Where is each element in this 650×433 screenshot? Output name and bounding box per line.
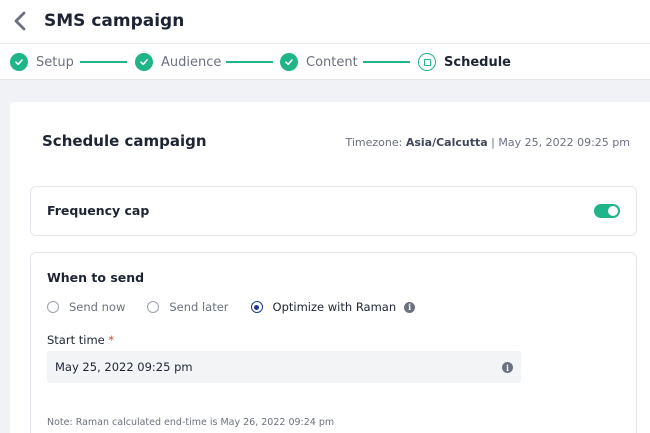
step-label: Setup <box>36 54 74 70</box>
current-time: May 25, 2022 09:25 pm <box>498 136 630 149</box>
step-audience[interactable]: Audience <box>135 52 221 72</box>
page-title: SMS campaign <box>44 11 185 31</box>
timezone-label: Timezone: <box>345 136 403 149</box>
step-connector <box>80 61 127 63</box>
info-icon[interactable]: i <box>502 362 513 373</box>
radio-button[interactable] <box>147 301 160 313</box>
start-time-label: Start time * <box>47 333 114 347</box>
step-schedule[interactable]: Schedule <box>418 52 511 72</box>
step-label: Content <box>306 54 358 70</box>
step-connector <box>363 61 410 63</box>
radio-button[interactable] <box>250 301 263 313</box>
back-arrow-icon[interactable] <box>10 10 32 32</box>
toggle-knob <box>608 206 618 216</box>
start-time-input[interactable]: May 25, 2022 09:25 pm i <box>47 351 521 383</box>
schedule-panel: Schedule campaign Timezone: Asia/Calcutt… <box>10 102 650 433</box>
radio-optimize-with-raman[interactable]: Optimize with Raman <box>250 300 397 314</box>
step-label: Audience <box>161 54 222 70</box>
start-time-value: May 25, 2022 09:25 pm <box>55 360 193 374</box>
top-bar: SMS campaign <box>0 0 650 44</box>
radio-button[interactable] <box>47 301 59 313</box>
frequency-cap-toggle[interactable] <box>594 204 620 218</box>
radio-label: Optimize with Raman <box>272 300 397 314</box>
radio-send-now[interactable]: Send now <box>47 300 125 314</box>
end-time-note: Note: Raman calculated end-time is May 2… <box>47 417 335 428</box>
send-options: Send now Send later Optimize with Raman … <box>47 299 416 315</box>
radio-label: Send now <box>69 300 126 314</box>
check-icon <box>280 53 298 71</box>
section-title: Schedule campaign <box>42 132 207 150</box>
step-content[interactable]: Content <box>280 52 358 72</box>
frequency-cap-label: Frequency cap <box>47 203 150 218</box>
timezone-info: Timezone: Asia/Calcutta | May 25, 2022 0… <box>345 136 630 149</box>
start-time-label-text: Start time <box>47 333 105 347</box>
radio-send-later[interactable]: Send later <box>147 300 229 314</box>
when-to-send-title: When to send <box>47 270 145 285</box>
timezone-separator: | <box>491 136 495 149</box>
frequency-cap-card: Frequency cap <box>30 186 637 236</box>
campaign-stepper: Setup Audience Content Schedule <box>0 44 650 80</box>
info-icon[interactable]: i <box>404 301 416 313</box>
current-step-icon <box>418 53 436 71</box>
step-setup[interactable]: Setup <box>10 52 74 72</box>
timezone-value: Asia/Calcutta <box>405 136 488 149</box>
when-to-send-card: When to send Send now Send later Optimiz… <box>30 252 637 433</box>
check-icon <box>135 53 153 71</box>
required-mark: * <box>108 333 115 347</box>
radio-label: Send later <box>169 300 229 314</box>
step-label: Schedule <box>444 54 511 70</box>
check-icon <box>10 53 28 71</box>
step-connector <box>226 61 273 63</box>
